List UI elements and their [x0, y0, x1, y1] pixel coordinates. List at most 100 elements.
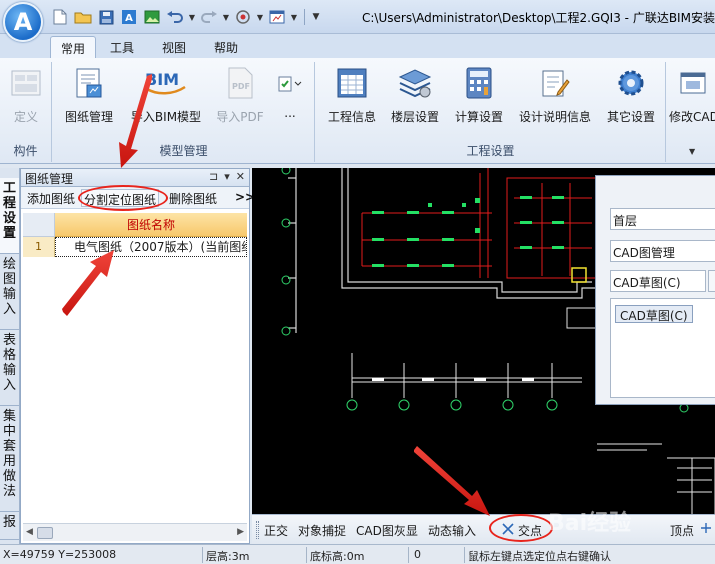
tab-tools[interactable]: 工具: [100, 36, 144, 58]
image-icon[interactable]: [142, 7, 162, 27]
drawing-management-panel: 图纸管理 ⊐ ▾ ✕ 添加图纸 分割定位图纸 删除图纸 >> 图纸名称 1 电气…: [20, 168, 255, 544]
group-cad-expand-icon[interactable]: ▼: [689, 147, 695, 156]
pdf-icon: PDF: [222, 66, 258, 100]
tab-view[interactable]: 视图: [152, 36, 196, 58]
dynamic-input-toggle[interactable]: 动态输入: [428, 522, 476, 539]
group-model-label: 模型管理: [159, 144, 208, 158]
window-dropdown-icon[interactable]: ▼: [290, 7, 298, 27]
more-snap-icon[interactable]: [700, 522, 712, 537]
scroll-thumb[interactable]: [37, 527, 53, 539]
undo-dropdown-icon[interactable]: ▼: [188, 7, 196, 27]
color-picker-icon[interactable]: [233, 7, 253, 27]
status-value: 0: [414, 548, 421, 561]
side-tab-apply-method[interactable]: 集中套用做法: [0, 406, 19, 512]
save-icon[interactable]: [96, 7, 116, 27]
project-info-label: 工程信息: [327, 110, 376, 124]
floor-select[interactable]: 首层: [610, 208, 715, 230]
scroll-left-icon[interactable]: ◀: [26, 527, 33, 537]
project-info-button[interactable]: 工程信息: [326, 66, 378, 125]
watermark: Bai经验: [548, 511, 632, 536]
highlight-ring-intersection: [489, 514, 553, 542]
ribbon: 定义 构件 图纸管理 BIM 导入BIM模型 PDF 导入PDF ... 模型管…: [0, 58, 715, 164]
table-row[interactable]: 1 电气图纸（2007版本）(当前图纸): [23, 237, 247, 257]
new-file-icon[interactable]: [50, 7, 70, 27]
dropdown-icon[interactable]: ▾: [224, 170, 230, 183]
define-button[interactable]: 定义: [8, 66, 44, 125]
side-tab-report[interactable]: 报: [0, 512, 19, 540]
group-project-label: 工程设置: [466, 144, 515, 158]
floor-settings-button[interactable]: 楼层设置: [388, 66, 442, 125]
table-header: 图纸名称: [23, 213, 247, 237]
pin-icon[interactable]: ⊐: [209, 170, 218, 183]
modify-cad-button[interactable]: 修改CAD: [669, 66, 715, 125]
row-number: 1: [23, 237, 55, 257]
calc-settings-button[interactable]: 计算设置: [452, 66, 506, 125]
import-bim-label: 导入BIM模型: [130, 110, 202, 124]
side-tab-drawing-input[interactable]: 绘图输入: [0, 254, 19, 330]
group-cad: 修改CAD ▼: [667, 62, 715, 162]
svg-text:A: A: [125, 13, 133, 24]
status-bar: X=49759 Y=253008 层高:3m 底标高:0m 0 鼠标左键点选定位…: [0, 544, 715, 564]
app-logo-button[interactable]: A: [3, 2, 43, 42]
side-tab-project-settings[interactable]: 工程设置: [0, 178, 19, 254]
column-header-drawing-name[interactable]: 图纸名称: [55, 213, 247, 237]
delete-drawing-button[interactable]: 删除图纸: [167, 189, 219, 207]
cad-management-select[interactable]: CAD图管理: [610, 240, 715, 262]
scroll-right-icon[interactable]: ▶: [237, 527, 244, 537]
undo-icon[interactable]: [165, 7, 185, 27]
side-tab-table-input[interactable]: 表格输入: [0, 330, 19, 406]
drawing-name-cell[interactable]: 电气图纸（2007版本）(当前图纸): [55, 237, 247, 257]
redo-icon[interactable]: [199, 7, 219, 27]
horizontal-scrollbar[interactable]: ◀ ▶: [23, 523, 247, 541]
customize-qat-icon[interactable]: ▼: [311, 7, 321, 27]
import-pdf-label: 导入PDF: [216, 110, 264, 124]
panel-title: 图纸管理: [25, 172, 74, 186]
redo-dropdown-icon[interactable]: ▼: [222, 7, 230, 27]
svg-text:BIM: BIM: [145, 70, 179, 89]
qat-separator: [304, 9, 305, 25]
project-info-icon: [334, 66, 370, 100]
vertex-snap-toggle[interactable]: 顶点: [670, 522, 694, 539]
bim-icon: BIM: [141, 66, 191, 100]
ortho-toggle[interactable]: 正交: [264, 522, 288, 539]
cad-sketch-extra-button[interactable]: [708, 270, 715, 292]
quick-access-toolbar: A ▼ ▼ ▼ ▼ ▼: [50, 6, 321, 28]
drawing-management-label: 图纸管理: [64, 110, 113, 124]
other-settings-button[interactable]: 其它设置: [604, 66, 658, 125]
define-icon: [8, 66, 44, 100]
close-icon[interactable]: ✕: [236, 170, 245, 183]
table-corner: [23, 213, 55, 237]
list-item[interactable]: CAD草图(C): [615, 305, 693, 323]
color-dropdown-icon[interactable]: ▼: [256, 7, 264, 27]
open-folder-icon[interactable]: [73, 7, 93, 27]
more-tools-label: ...: [284, 106, 296, 120]
import-bim-button[interactable]: BIM 导入BIM模型: [127, 66, 205, 125]
import-pdf-button[interactable]: PDF 导入PDF: [213, 66, 267, 125]
group-project-settings: 工程信息 楼层设置 计算设置 设计说明信息 其它设置 工程设置: [316, 62, 666, 162]
drawing-management-button[interactable]: 图纸管理: [63, 66, 115, 125]
window-icon[interactable]: [267, 7, 287, 27]
window-title: C:\Users\Administrator\Desktop\工程2.GQI3 …: [362, 11, 715, 25]
tab-home[interactable]: 常用: [50, 36, 97, 58]
cad-sketch-select[interactable]: CAD草图(C): [610, 270, 706, 292]
more-tools-button[interactable]: ...: [273, 72, 307, 120]
other-settings-label: 其它设置: [606, 110, 655, 124]
svg-text:PDF: PDF: [232, 82, 250, 91]
add-drawing-button[interactable]: 添加图纸: [25, 189, 77, 207]
cad-text-icon[interactable]: A: [119, 7, 139, 27]
design-info-label: 设计说明信息: [518, 110, 591, 124]
tab-help[interactable]: 帮助: [204, 36, 248, 58]
drawing-management-icon: [71, 66, 107, 100]
design-notes-icon: [537, 66, 573, 100]
snap-toolbar: 正交 对象捕捉 CAD图灰显 动态输入 交点 顶点: [252, 514, 715, 544]
ribbon-tab-strip: 常用 工具 视图 帮助: [0, 34, 715, 58]
gear-icon: [613, 66, 649, 100]
cad-gray-toggle[interactable]: CAD图灰显: [356, 522, 418, 539]
object-snap-toggle[interactable]: 对象捕捉: [298, 522, 346, 539]
design-info-button[interactable]: 设计说明信息: [516, 66, 594, 125]
drawing-table: 图纸名称 1 电气图纸（2007版本）(当前图纸): [23, 213, 247, 523]
coordinates-readout: X=49759 Y=253008: [3, 548, 117, 561]
modify-cad-label: 修改CAD: [669, 110, 715, 124]
floor-selector-dialog: 首层 CAD图管理 CAD草图(C) CAD草图(C): [595, 175, 715, 405]
define-label: 定义: [13, 110, 38, 124]
